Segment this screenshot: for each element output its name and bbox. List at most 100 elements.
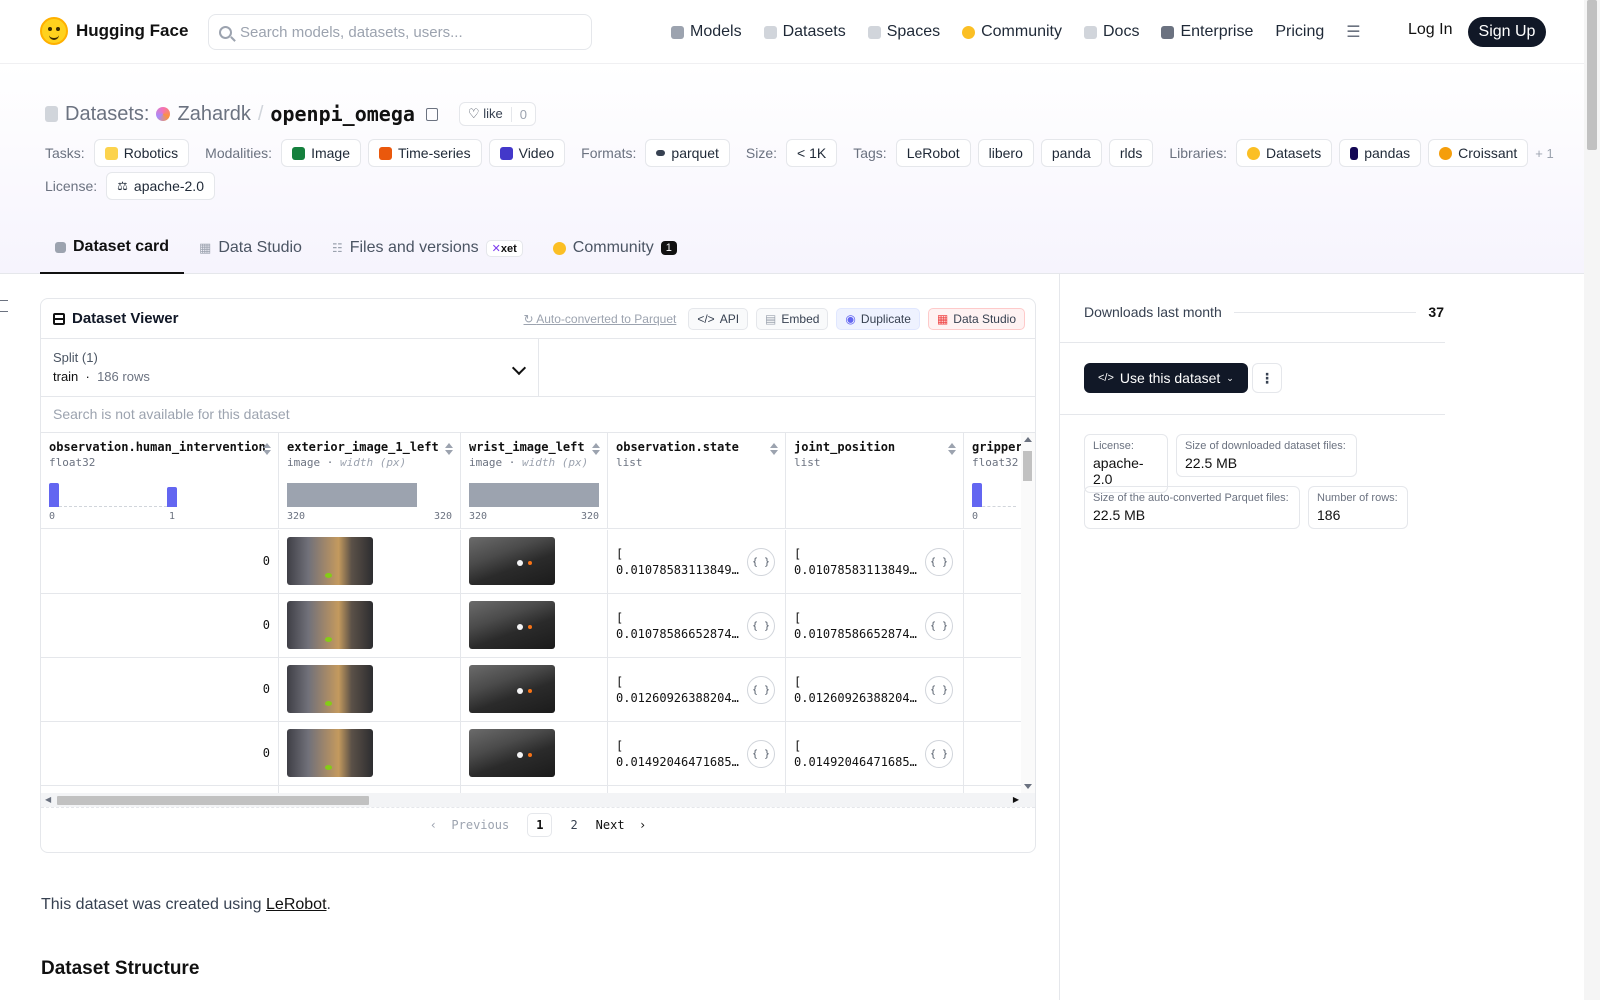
lerobot-link[interactable]: LeRobot	[266, 896, 327, 913]
nav-datasets[interactable]: Datasets	[753, 23, 857, 41]
table-cell[interactable]	[461, 658, 608, 722]
table-row[interactable]: 0[ 0.01492046471685…{ }[ 0.0149204647168…	[41, 722, 1024, 786]
table-cell[interactable]	[279, 594, 461, 658]
table-cell[interactable]	[279, 722, 461, 786]
more-options-icon[interactable]: ⋮	[1252, 363, 1282, 393]
column-header[interactable]: observation.state list	[608, 433, 786, 529]
table-cell[interactable]: 0	[41, 722, 279, 786]
table-row[interactable]: 0 [ 0.01078583113849…{ }[ 0.0107858311384…	[41, 530, 1024, 594]
tag-pandas[interactable]: pandas	[1339, 139, 1422, 167]
table-cell[interactable]: 0	[41, 594, 279, 658]
expand-json-icon[interactable]: { }	[747, 676, 775, 704]
exterior-image-thumbnail[interactable]	[287, 729, 373, 777]
histogram-bar[interactable]	[972, 483, 982, 507]
table-cell[interactable]	[964, 594, 1024, 658]
api-button[interactable]: </> API	[688, 308, 749, 330]
more-libraries[interactable]: + 1	[1535, 146, 1553, 161]
column-header[interactable]: wrist_image_left image · width (px) 320 …	[461, 433, 608, 529]
table-cell[interactable]	[461, 722, 608, 786]
wrist-image-thumbnail[interactable]	[469, 601, 555, 649]
scroll-left-icon[interactable]: ◀	[45, 795, 51, 804]
column-header[interactable]: joint_position list	[786, 433, 964, 529]
expand-json-icon[interactable]: { }	[925, 612, 953, 640]
nav-enterprise[interactable]: Enterprise	[1150, 23, 1264, 41]
search-input[interactable]: Search models, datasets, users...	[208, 14, 592, 50]
embed-button[interactable]: ▤ Embed	[756, 308, 829, 330]
table-cell[interactable]: [ 0.01078583113849… { }	[608, 530, 786, 594]
like-button[interactable]: ♡ like 0	[458, 102, 536, 126]
tag-lerobot[interactable]: LeRobot	[895, 139, 971, 167]
expand-json-icon[interactable]: { }	[747, 612, 775, 640]
use-dataset-button[interactable]: </> Use this dataset ⌄	[1084, 363, 1248, 393]
wrist-image-thumbnail[interactable]	[469, 729, 555, 777]
histogram-bar[interactable]	[167, 487, 177, 507]
histogram-bar[interactable]	[287, 483, 417, 507]
table-cell[interactable]: [ 0.01078586652874… { }	[786, 594, 964, 658]
auto-converted-link[interactable]: ↻ Auto-converted to Parquet	[524, 312, 677, 326]
sidebar-toggle-icon[interactable]	[0, 300, 8, 312]
split-selector[interactable]: Split (1) train · 186 rows	[41, 339, 539, 396]
tab-files[interactable]: ☷ Files and versions ✕xet	[317, 222, 538, 274]
tab-data-studio[interactable]: ▦ Data Studio	[184, 222, 317, 274]
table-cell[interactable]	[461, 594, 608, 658]
table-cell[interactable]	[461, 530, 608, 594]
table-cell[interactable]: [ 0.01492046471685… { }	[786, 722, 964, 786]
nav-docs[interactable]: Docs	[1073, 23, 1150, 41]
nav-pricing[interactable]: Pricing	[1264, 23, 1335, 41]
tag-datasets-lib[interactable]: Datasets	[1235, 139, 1333, 167]
tag-size[interactable]: < 1K	[786, 139, 838, 167]
login-link[interactable]: Log In	[1408, 21, 1452, 39]
sort-icon[interactable]	[263, 443, 271, 455]
tag-libero[interactable]: libero	[977, 139, 1034, 167]
exterior-image-thumbnail[interactable]	[287, 601, 373, 649]
histogram-bar[interactable]	[49, 483, 59, 507]
table-cell[interactable]: [ 0.01260926388204… { }	[786, 658, 964, 722]
page-2-button[interactable]: 2	[570, 818, 577, 832]
tag-license[interactable]: ⚖ apache-2.0	[106, 172, 215, 200]
vertical-scrollbar[interactable]	[1021, 433, 1035, 807]
wrist-image-thumbnail[interactable]	[469, 665, 555, 713]
nav-models[interactable]: Models	[660, 23, 753, 41]
tag-time-series[interactable]: Time-series	[368, 139, 482, 167]
tag-croissant[interactable]: Croissant	[1428, 139, 1529, 167]
next-page-button[interactable]: Next ›	[596, 818, 647, 832]
sort-icon[interactable]	[445, 443, 453, 455]
horizontal-scrollbar[interactable]: ◀ ▶	[41, 793, 1035, 807]
table-cell[interactable]	[964, 658, 1024, 722]
previous-page-button[interactable]: ‹ Previous	[430, 818, 509, 832]
brand-logo[interactable]: Hugging Face	[40, 17, 188, 45]
owner-link[interactable]: Zahardk	[177, 103, 250, 126]
table-cell[interactable]	[279, 658, 461, 722]
exterior-image-thumbnail[interactable]	[287, 665, 373, 713]
sort-icon[interactable]	[770, 443, 778, 455]
exterior-image-thumbnail[interactable]	[287, 537, 373, 585]
sort-icon[interactable]	[592, 443, 600, 455]
table-cell[interactable]: 0	[41, 530, 279, 594]
scroll-right-icon[interactable]: ▶	[1013, 795, 1019, 804]
copy-icon[interactable]	[425, 107, 438, 121]
vertical-scroll-thumb[interactable]	[1023, 451, 1032, 481]
wrist-image-thumbnail[interactable]	[469, 537, 555, 585]
column-header[interactable]: observation.human_intervention float32 0…	[41, 433, 279, 529]
tab-dataset-card[interactable]: Dataset card	[40, 222, 185, 274]
expand-json-icon[interactable]: { }	[925, 548, 953, 576]
table-cell[interactable]: [ 0.01078583113849… { }	[786, 530, 964, 594]
signup-button[interactable]: Sign Up	[1468, 17, 1546, 47]
duplicate-button[interactable]: ◉ Duplicate	[836, 308, 920, 330]
column-header[interactable]: exterior_image_1_left image · width (px)…	[279, 433, 461, 529]
histogram-bar[interactable]	[469, 483, 599, 507]
tag-parquet[interactable]: parquet	[645, 139, 730, 167]
page-scroll-thumb[interactable]	[1587, 0, 1597, 150]
horizontal-scroll-thumb[interactable]	[57, 796, 369, 805]
tag-image[interactable]: Image	[281, 139, 361, 167]
expand-json-icon[interactable]: { }	[747, 740, 775, 768]
tag-panda[interactable]: panda	[1040, 139, 1102, 167]
nav-menu-icon[interactable]: ☰	[1335, 22, 1371, 42]
table-row[interactable]: 0[ 0.01260926388204…{ }[ 0.0126092638820…	[41, 658, 1024, 722]
tab-community[interactable]: Community 1	[538, 222, 692, 274]
table-cell[interactable]: [ 0.01260926388204… { }	[608, 658, 786, 722]
tag-rlds[interactable]: rlds	[1108, 139, 1154, 167]
page-scrollbar[interactable]	[1584, 0, 1600, 1000]
dataset-name[interactable]: openpi_omega	[270, 102, 415, 126]
table-cell[interactable]	[964, 530, 1024, 594]
